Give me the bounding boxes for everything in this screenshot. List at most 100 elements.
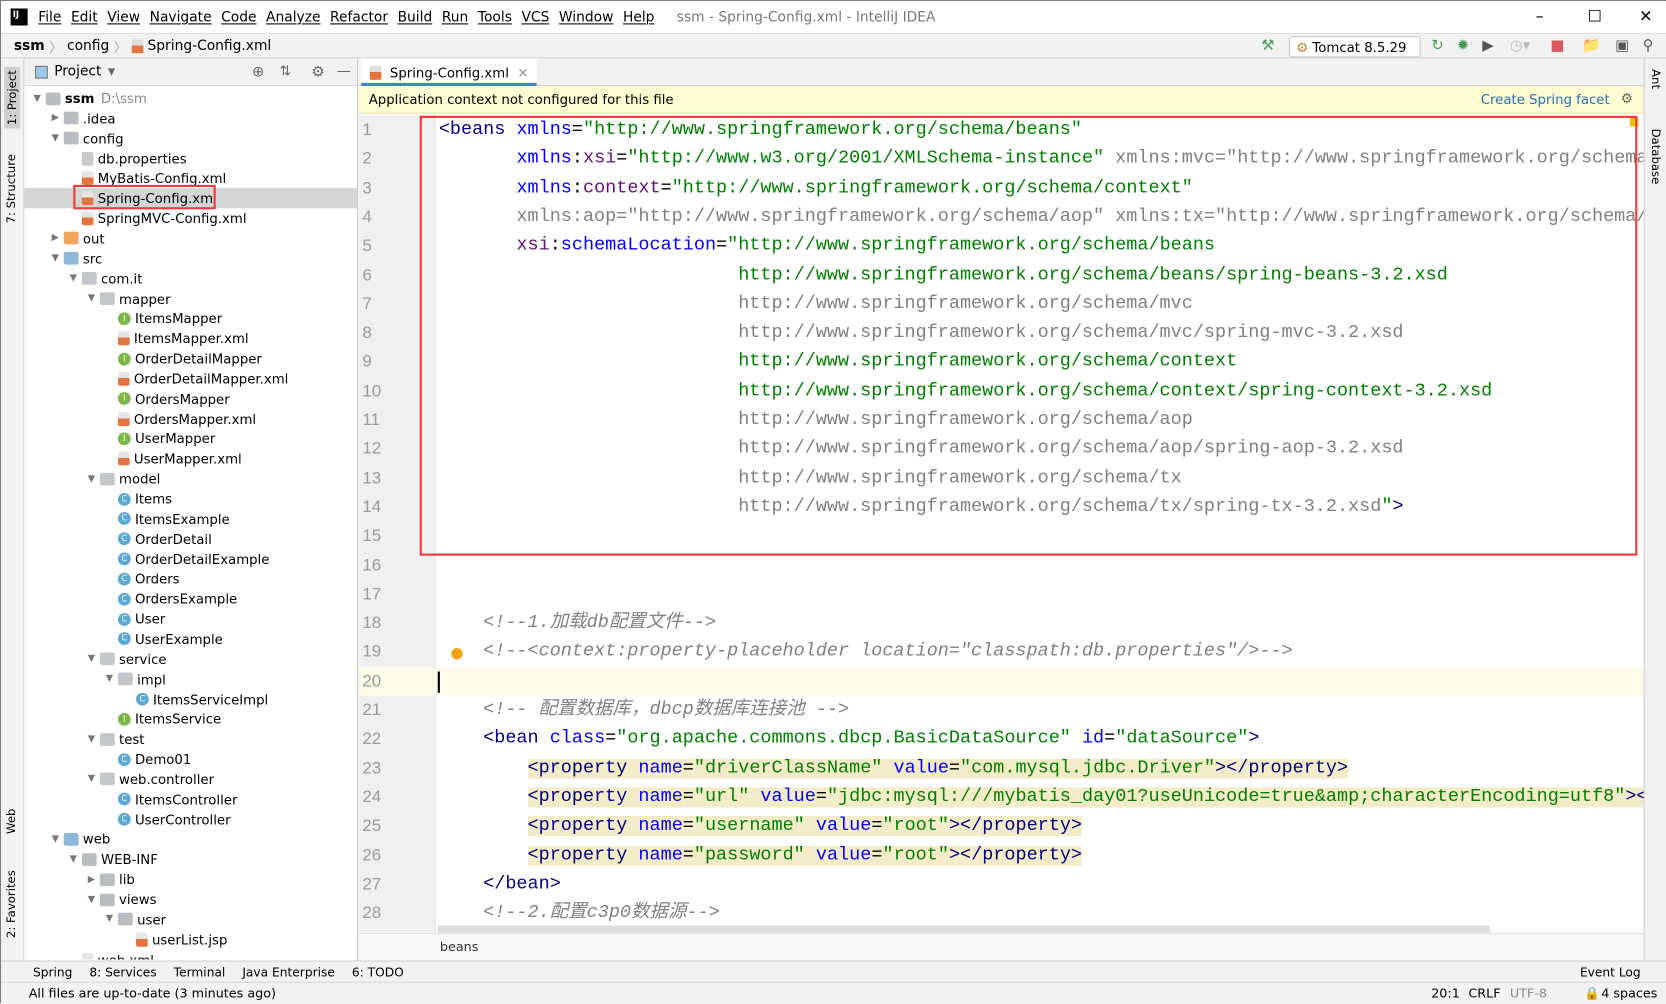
tree-item[interactable]: SpringMVC-Config.xml bbox=[24, 208, 357, 228]
tree-item[interactable]: ▼ web.controller bbox=[24, 769, 357, 789]
menu-analyze[interactable]: Analyze bbox=[266, 9, 320, 25]
tree-item[interactable]: C OrdersExample bbox=[24, 589, 357, 609]
menu-edit[interactable]: Edit bbox=[71, 9, 98, 25]
collapsed-arrow-icon[interactable]: ▶ bbox=[49, 113, 62, 124]
rerun-icon[interactable]: ↻ bbox=[1431, 37, 1443, 54]
menu-build[interactable]: Build bbox=[398, 9, 433, 25]
tree-item[interactable]: ▼ web bbox=[24, 829, 357, 849]
menu-code[interactable]: Code bbox=[221, 9, 256, 25]
profile-icon[interactable]: ◷▾ bbox=[1510, 37, 1530, 54]
tree-item[interactable]: I ItemsService bbox=[24, 709, 357, 729]
maximize-icon[interactable]: ☐ bbox=[1584, 6, 1605, 25]
tree-item[interactable]: OrderDetailMapper.xml bbox=[24, 369, 357, 389]
menu-tools[interactable]: Tools bbox=[478, 9, 512, 25]
project-structure-icon[interactable]: 📁 bbox=[1582, 37, 1601, 54]
line-separator[interactable]: CRLF bbox=[1468, 986, 1500, 1001]
file-encoding[interactable]: UTF-8 bbox=[1510, 986, 1547, 1001]
tree-item[interactable]: C Demo01 bbox=[24, 749, 357, 769]
expanded-arrow-icon[interactable]: ▼ bbox=[31, 93, 44, 104]
code-line[interactable]: 18 <!--1.加载db配置文件--> bbox=[359, 609, 1644, 638]
event-log-tool-tab[interactable]: Event Log bbox=[1580, 964, 1641, 979]
tree-item[interactable]: ▶ out bbox=[24, 228, 357, 248]
tree-item[interactable]: I OrderDetailMapper bbox=[24, 349, 357, 369]
tree-item[interactable]: ▼ views bbox=[24, 889, 357, 909]
tree-item[interactable]: ▼ com.it bbox=[24, 268, 357, 288]
expanded-arrow-icon[interactable]: ▼ bbox=[85, 894, 98, 905]
terminal-icon[interactable]: ▣ bbox=[1615, 37, 1629, 54]
tree-item[interactable]: C User bbox=[24, 609, 357, 629]
collapse-all-icon[interactable]: ⇅ bbox=[279, 64, 291, 80]
coverage-icon[interactable]: ▶ bbox=[1482, 37, 1493, 54]
menu-navigate[interactable]: Navigate bbox=[150, 9, 212, 25]
tree-item[interactable]: ▼ user bbox=[24, 909, 357, 929]
terminal-tool-tab[interactable]: Terminal bbox=[174, 964, 226, 979]
code-line[interactable]: 26 <property name="password" value="root… bbox=[359, 841, 1644, 870]
tree-item[interactable]: I OrdersMapper bbox=[24, 389, 357, 409]
code-line[interactable]: 25 <property name="username" value="root… bbox=[359, 812, 1644, 841]
code-line[interactable]: 19 <!--<context:property-placeholder loc… bbox=[359, 638, 1644, 667]
hammer-icon[interactable]: ⚒ bbox=[1261, 37, 1274, 54]
collapsed-arrow-icon[interactable]: ▶ bbox=[85, 874, 98, 885]
breadcrumb-beans[interactable]: beans bbox=[440, 939, 478, 954]
stop-icon[interactable]: ■ bbox=[1550, 37, 1564, 54]
tree-item[interactable]: C UserExample bbox=[24, 629, 357, 649]
collapsed-arrow-icon[interactable]: ▶ bbox=[49, 233, 62, 244]
tree-item[interactable]: OrdersMapper.xml bbox=[24, 409, 357, 429]
menu-vcs[interactable]: VCS bbox=[521, 9, 549, 25]
expanded-arrow-icon[interactable]: ▼ bbox=[103, 914, 116, 925]
menu-run[interactable]: Run bbox=[442, 9, 468, 25]
menu-help[interactable]: Help bbox=[623, 9, 654, 25]
expanded-arrow-icon[interactable]: ▼ bbox=[85, 774, 98, 785]
expanded-arrow-icon[interactable]: ▼ bbox=[49, 253, 62, 264]
tree-item[interactable]: ▼ impl bbox=[24, 669, 357, 689]
caret-position[interactable]: 20:1 bbox=[1431, 986, 1460, 1001]
code-line[interactable]: 17 bbox=[359, 580, 1644, 609]
indent-setting[interactable]: 4 spaces bbox=[1601, 986, 1657, 1001]
menu-window[interactable]: Window bbox=[559, 9, 613, 25]
database-tool-tab[interactable]: Database bbox=[1649, 129, 1663, 185]
tree-item[interactable]: UserMapper.xml bbox=[24, 449, 357, 469]
tree-item[interactable]: C Items bbox=[24, 489, 357, 509]
tree-item[interactable]: ItemsMapper.xml bbox=[24, 329, 357, 349]
breadcrumb-project[interactable]: ssm bbox=[14, 38, 45, 54]
tree-item[interactable]: I UserMapper bbox=[24, 429, 357, 449]
expanded-arrow-icon[interactable]: ▼ bbox=[85, 473, 98, 484]
expanded-arrow-icon[interactable]: ▼ bbox=[85, 293, 98, 304]
expanded-arrow-icon[interactable]: ▼ bbox=[103, 674, 116, 685]
expanded-arrow-icon[interactable]: ▼ bbox=[67, 273, 80, 284]
gear-icon[interactable]: ⚙ bbox=[311, 63, 324, 80]
services-tool-tab[interactable]: 8: Services bbox=[89, 964, 156, 979]
tree-item[interactable]: C ItemsController bbox=[24, 789, 357, 809]
code-line[interactable]: 24 <property name="url" value="jdbc:mysq… bbox=[359, 783, 1644, 812]
spring-tool-tab[interactable]: Spring bbox=[33, 964, 72, 979]
favorites-tool-tab[interactable]: 2: Favorites bbox=[4, 870, 18, 938]
hide-icon[interactable]: — bbox=[337, 64, 351, 80]
tree-item[interactable]: ▶ lib bbox=[24, 869, 357, 889]
run-configuration-select[interactable]: ⚙ Tomcat 8.5.29 ▼ bbox=[1288, 36, 1421, 71]
structure-tool-tab[interactable]: 7: Structure bbox=[4, 154, 18, 223]
code-line[interactable]: 22 <bean class="org.apache.commons.dbcp.… bbox=[359, 725, 1644, 754]
horizontal-scrollbar[interactable] bbox=[437, 925, 1490, 933]
lightbulb-icon[interactable]: ● bbox=[451, 645, 464, 662]
tree-item[interactable]: userList.jsp bbox=[24, 929, 357, 949]
ant-tool-tab[interactable]: Ant bbox=[1649, 69, 1663, 89]
code-line[interactable]: 20 bbox=[359, 666, 1644, 696]
minimize-icon[interactable]: – bbox=[1529, 6, 1550, 25]
gear-icon[interactable]: ⚙ bbox=[1621, 91, 1633, 107]
tab-spring-config[interactable]: Spring-Config.xml ✕ bbox=[361, 58, 538, 87]
java-enterprise-tool-tab[interactable]: Java Enterprise bbox=[242, 964, 335, 979]
tree-item[interactable]: ▶ .idea bbox=[24, 108, 357, 128]
search-icon[interactable]: ⚲ bbox=[1643, 37, 1654, 54]
project-view-select[interactable]: Project bbox=[54, 64, 101, 80]
expanded-arrow-icon[interactable]: ▼ bbox=[85, 654, 98, 665]
tree-item[interactable]: ▼ model bbox=[24, 469, 357, 489]
lock-icon[interactable]: 🔒 bbox=[1584, 986, 1600, 1001]
tree-item[interactable]: db.properties bbox=[24, 148, 357, 168]
tree-item[interactable]: ▼ test bbox=[24, 729, 357, 749]
code-line[interactable]: 21 <!-- 配置数据库，dbcp数据库连接池 --> bbox=[359, 696, 1644, 725]
tree-item[interactable]: I ItemsMapper bbox=[24, 308, 357, 328]
tree-item[interactable]: web.xml bbox=[24, 949, 357, 960]
web-tool-tab[interactable]: Web bbox=[4, 809, 18, 834]
tree-item[interactable]: ▼ src bbox=[24, 248, 357, 268]
project-tool-tab[interactable]: 1: Project bbox=[4, 66, 21, 129]
